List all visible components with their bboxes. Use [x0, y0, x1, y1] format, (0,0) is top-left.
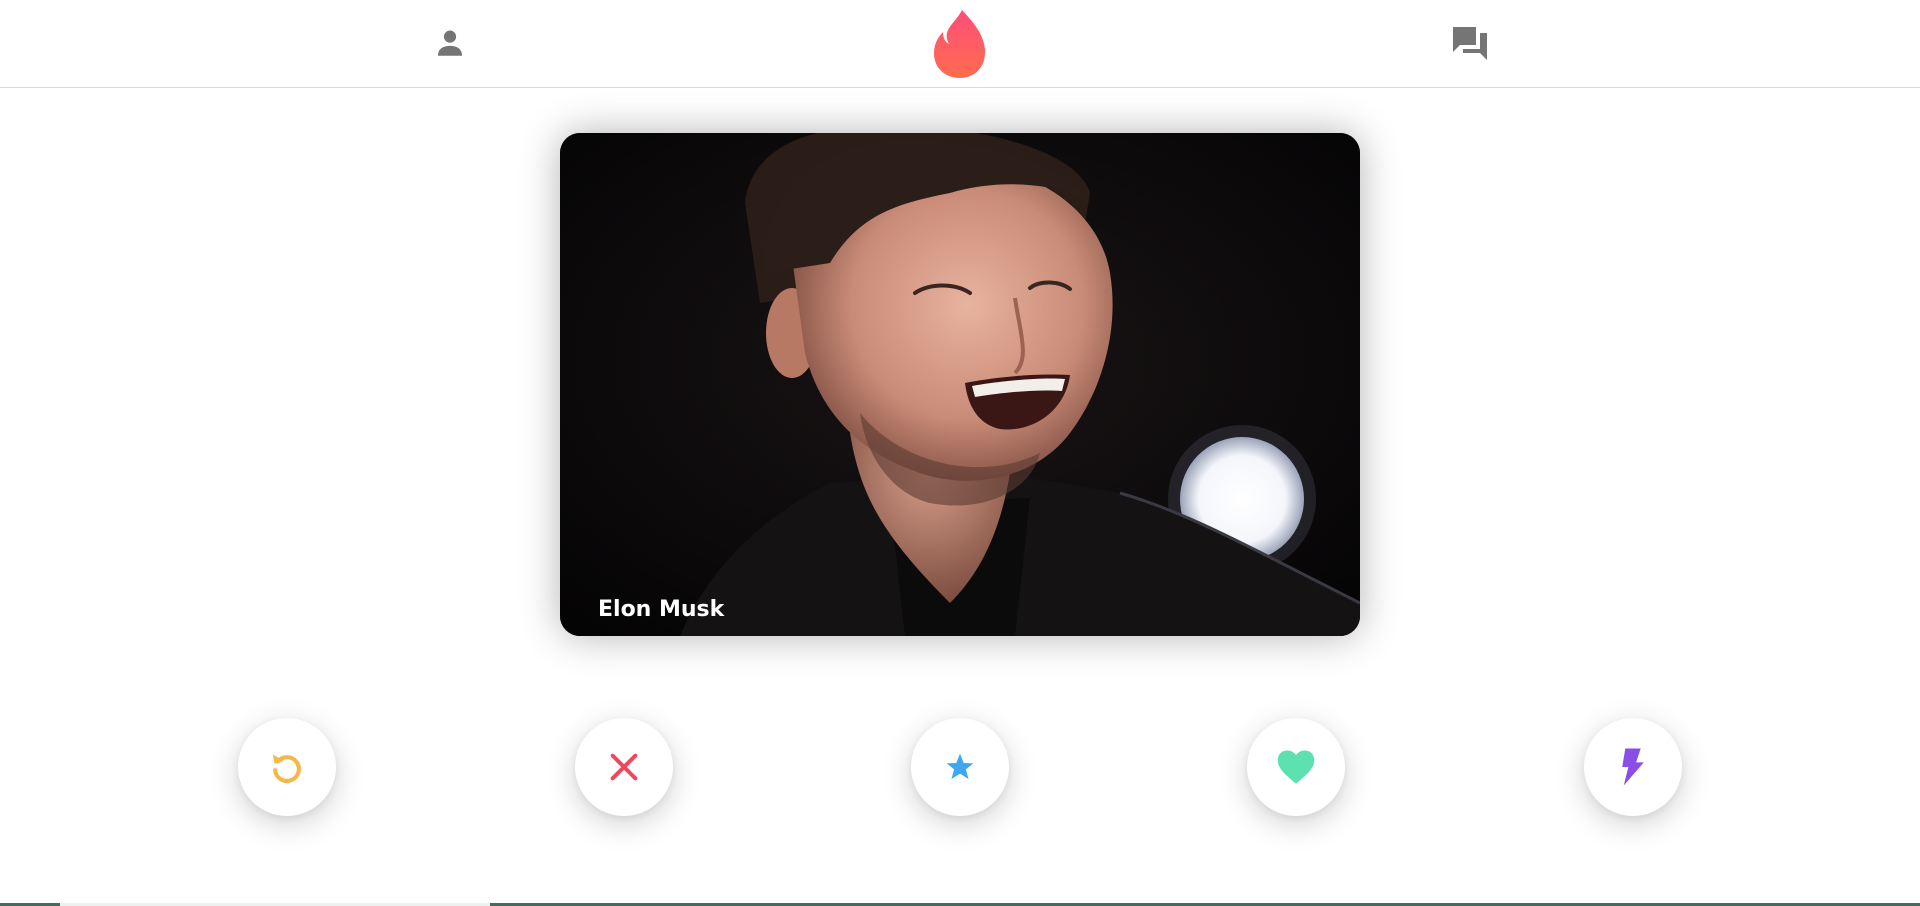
- profile-card[interactable]: Elon Musk: [560, 133, 1360, 636]
- profile-photo: [560, 133, 1360, 636]
- profile-name: Elon Musk: [598, 597, 725, 622]
- rewind-icon: [272, 754, 301, 783]
- messages-button[interactable]: [1440, 18, 1500, 68]
- profile-button[interactable]: [420, 18, 480, 68]
- boost-button[interactable]: [1584, 718, 1682, 816]
- nope-button[interactable]: [575, 718, 673, 816]
- like-button[interactable]: [1247, 718, 1345, 816]
- rewind-button[interactable]: [238, 718, 336, 816]
- flame-icon: [934, 10, 985, 78]
- person-icon: [437, 30, 463, 56]
- chat-bubbles-icon: [1453, 27, 1487, 60]
- close-icon: [610, 753, 638, 781]
- lightning-icon: [1622, 748, 1644, 786]
- star-icon: [946, 753, 974, 779]
- heart-icon: [1277, 750, 1315, 784]
- home-logo-button[interactable]: [920, 2, 1000, 84]
- super-like-button[interactable]: [911, 718, 1009, 816]
- top-nav-bar: [0, 0, 1920, 88]
